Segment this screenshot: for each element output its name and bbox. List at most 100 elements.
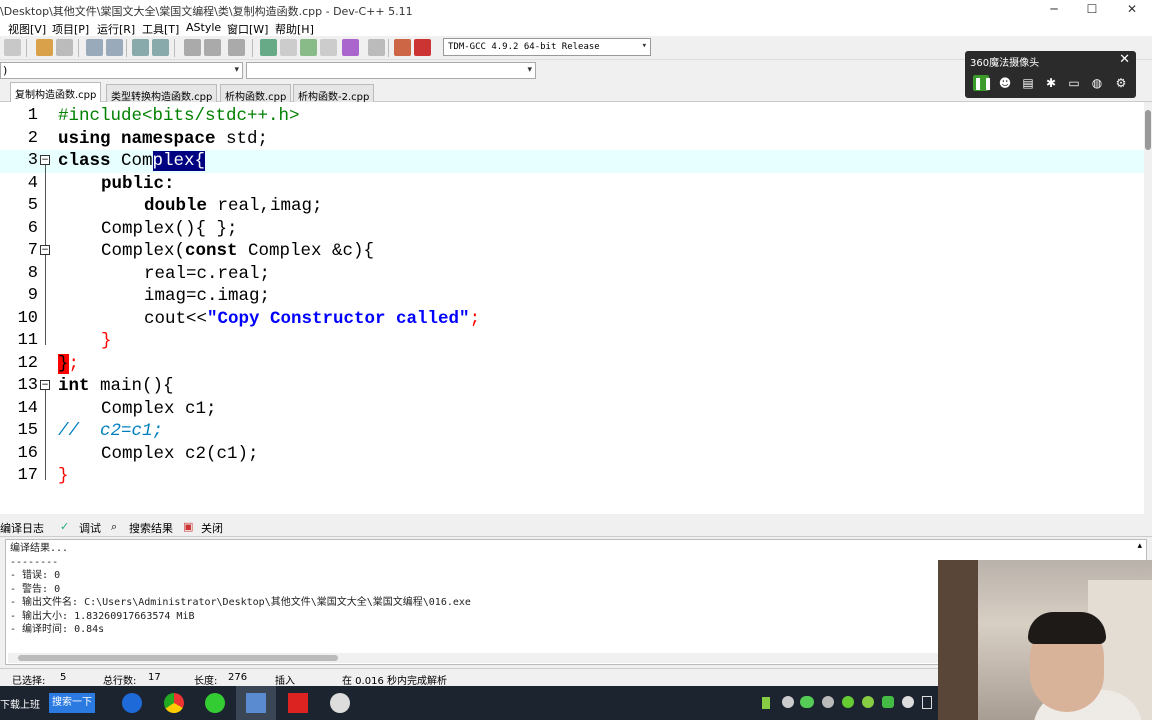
log-horizontal-scrollbar[interactable] (8, 653, 938, 663)
compile-run-icon[interactable] (300, 39, 317, 56)
menu-view[interactable]: 视图[V] (8, 21, 46, 37)
battery-icon (762, 697, 770, 709)
unindent-icon[interactable] (152, 39, 169, 56)
screen-icon[interactable]: ▭ (1066, 75, 1082, 91)
tray-icon[interactable] (842, 696, 854, 708)
code-token: std; (215, 128, 269, 149)
replace-icon[interactable] (106, 39, 123, 56)
fold-toggle-icon[interactable]: − (40, 245, 50, 255)
gear-icon[interactable]: ⚙ (1113, 75, 1129, 91)
compile-icon[interactable] (260, 39, 277, 56)
code-token: main(){ (89, 376, 174, 396)
camera-widget: 360魔法摄像头 ✕ ❚❚ ☻ ▤ ✱ ▭ ◍ ⚙ (965, 51, 1136, 98)
menu-tools[interactable]: 工具[T] (142, 21, 179, 37)
code-editor[interactable]: 1 #include<bits/stdc++.h> 2 using namesp… (0, 102, 1152, 514)
wechat-icon[interactable] (800, 696, 814, 708)
code-text: int main(){ (58, 375, 174, 397)
360-browser-icon[interactable] (205, 693, 225, 713)
chart-icon[interactable] (394, 39, 411, 56)
fold-toggle-icon[interactable]: − (40, 380, 50, 390)
code-line-current: 3 − class Complex{ (0, 150, 1146, 173)
weibo-icon[interactable]: ◍ (1089, 75, 1105, 91)
code-token: ; (68, 353, 80, 374)
tab-search-results[interactable]: 搜索结果 (129, 520, 173, 536)
lock-icon[interactable] (922, 696, 932, 709)
face-icon[interactable]: ☻ (997, 75, 1013, 91)
menu-astyle[interactable]: AStyle (186, 21, 221, 34)
tray-icon[interactable] (782, 696, 794, 708)
check-icon[interactable] (342, 39, 359, 56)
keyword: const (185, 241, 238, 261)
code-line: 10 cout<<"Copy Constructor called"; (0, 308, 1146, 331)
print-icon[interactable] (4, 39, 21, 56)
status-selected-label: 已选择: (12, 676, 46, 687)
forward-icon[interactable] (204, 39, 221, 56)
tab-destructor[interactable]: 析构函数.cpp (220, 84, 292, 103)
pause-icon[interactable]: ❚❚ (973, 75, 993, 91)
menu-project[interactable]: 项目[P] (52, 21, 89, 37)
scrollbar-thumb[interactable] (18, 655, 338, 661)
chrome-icon[interactable] (164, 693, 184, 713)
fold-toggle-icon[interactable]: − (40, 155, 50, 165)
member-combo[interactable]: ▾ (246, 62, 536, 79)
redo-icon[interactable] (56, 39, 73, 56)
undo-icon[interactable] (36, 39, 53, 56)
search-button[interactable]: 搜索一下 (49, 693, 95, 713)
scrollbar-thumb[interactable] (1145, 110, 1151, 150)
find-icon[interactable] (86, 39, 103, 56)
code-line: 8 real=c.real; (0, 263, 1146, 286)
debug-icon[interactable] (414, 39, 431, 56)
hair (1028, 612, 1106, 644)
menu-run[interactable]: 运行[R] (97, 21, 135, 37)
toolbar-separator (126, 39, 127, 57)
wps-icon[interactable] (288, 693, 308, 713)
devcpp-icon (246, 693, 266, 713)
tab-compile-log[interactable]: 编译日志 (0, 520, 44, 536)
code-text: Complex c2(c1); (101, 443, 259, 464)
tray-icon[interactable] (902, 696, 914, 708)
back-icon[interactable] (184, 39, 201, 56)
rebuild-icon[interactable] (320, 39, 337, 56)
run-icon[interactable] (280, 39, 297, 56)
line-number: 14 (17, 398, 38, 418)
code-text: public: (101, 173, 175, 194)
screen-recorder-icon[interactable] (330, 693, 350, 713)
shield-icon[interactable] (882, 696, 894, 708)
toolbar-separator (78, 39, 79, 57)
status-selected-value: 5 (60, 672, 67, 683)
toolbar-separator (252, 39, 253, 57)
code-token: cout<< (144, 308, 208, 329)
stop-icon[interactable] (368, 39, 385, 56)
code-token: ; (469, 308, 481, 329)
menu-help[interactable]: 帮助[H] (275, 21, 314, 37)
status-lines-value: 17 (148, 672, 161, 683)
doorway (938, 560, 978, 720)
k-app-icon[interactable] (122, 693, 142, 713)
code-line: 12 }; (0, 353, 1146, 376)
class-combo[interactable]: ) ▾ (0, 62, 243, 79)
editor-vertical-scrollbar[interactable] (1144, 102, 1152, 514)
tab-close[interactable]: 关闭 (201, 520, 223, 536)
status-lines-label: 总行数: (103, 676, 137, 687)
close-button[interactable]: ✕ (1112, 1, 1152, 18)
tab-debug[interactable]: 调试 (79, 520, 101, 536)
string-literal: "Copy Constructor called" (207, 308, 470, 329)
chat-icon[interactable]: ▤ (1020, 75, 1036, 91)
code-line: 2 using namespace std; (0, 128, 1146, 151)
line-number: 17 (17, 466, 38, 485)
tab-copy-constructor[interactable]: 复制构造函数.cpp (10, 82, 102, 102)
tray-icon[interactable] (822, 696, 834, 708)
tab-destructor-2[interactable]: 析构函数-2.cpp (293, 84, 375, 103)
tray-icon[interactable] (862, 696, 874, 708)
line-number: 9 (27, 286, 38, 305)
effect-icon[interactable]: ✱ (1043, 75, 1059, 91)
maximize-button[interactable]: ☐ (1072, 1, 1112, 18)
indent-icon[interactable] (132, 39, 149, 56)
compiler-select[interactable]: TDM-GCC 4.9.2 64-bit Release ▾ (443, 38, 651, 56)
menu-window[interactable]: 窗口[W] (227, 21, 268, 37)
bookmark-icon[interactable] (228, 39, 245, 56)
minimize-button[interactable]: ─ (1034, 1, 1074, 18)
chevron-up-icon[interactable]: ▴ (1137, 541, 1142, 551)
tab-conversion-constructor[interactable]: 类型转换构造函数.cpp (106, 84, 218, 103)
camera-widget-close-button[interactable]: ✕ (1119, 52, 1130, 67)
